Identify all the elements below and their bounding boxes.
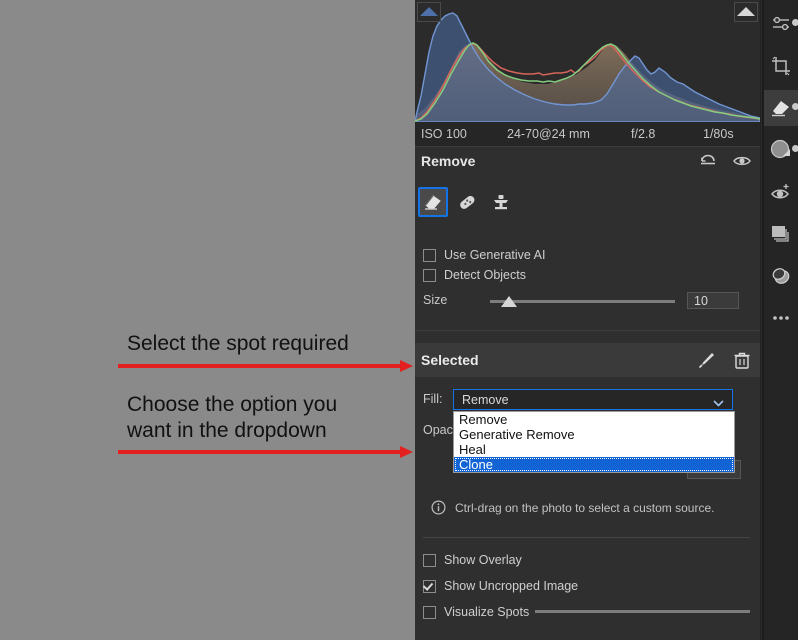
remove-tool-buttons: [418, 187, 516, 217]
fill-dropdown-list[interactable]: Remove Generative Remove Heal Clone: [453, 411, 735, 473]
rail-item-edit[interactable]: [764, 6, 798, 42]
right-panel: ISO 100 24-70@24 mm f/2.8 1/80s Remove U…: [415, 0, 798, 640]
fill-option-heal[interactable]: Heal: [454, 442, 734, 457]
rail-item-masking[interactable]: [764, 132, 798, 168]
annotation-note-2: Choose the option you want in the dropdo…: [127, 393, 338, 442]
size-slider-handle[interactable]: [501, 296, 517, 307]
lens-value: 24-70@24 mm: [507, 127, 590, 141]
brush-icon[interactable]: [696, 350, 716, 370]
custom-source-hint: Ctrl-drag on the photo to select a custo…: [415, 497, 760, 521]
selected-header-actions: [696, 350, 752, 370]
annotation-layer: Select the spot required Choose the opti…: [0, 0, 415, 640]
trash-icon[interactable]: [732, 350, 752, 370]
detect-objects-row[interactable]: Detect Objects: [423, 268, 526, 282]
remove-title: Remove: [421, 153, 476, 169]
annotation-arrow-1: [118, 360, 413, 372]
iso-value: ISO 100: [421, 127, 467, 141]
exif-metadata-bar: ISO 100 24-70@24 mm f/2.8 1/80s: [415, 122, 760, 146]
detect-objects-checkbox[interactable]: [423, 268, 436, 282]
undo-icon[interactable]: [698, 151, 718, 171]
fill-option-generative-remove[interactable]: Generative Remove: [454, 427, 734, 442]
remove-section-header: Remove: [415, 147, 760, 177]
arrow-head: [400, 360, 413, 372]
fill-option-clone[interactable]: Clone: [454, 457, 734, 472]
shadow-clipping-triangle-icon: [420, 7, 438, 16]
size-row: Size 10: [415, 292, 760, 310]
show-overlay-checkbox[interactable]: [423, 553, 436, 567]
show-uncropped-image-label: Show Uncropped Image: [444, 579, 579, 593]
detect-objects-label: Detect Objects: [444, 268, 526, 282]
rail-edit-indicator-dot: [792, 19, 798, 26]
fill-option-remove[interactable]: Remove: [454, 412, 734, 427]
arrow-head: [400, 446, 413, 458]
eye-icon[interactable]: [732, 151, 752, 171]
selected-section-header: Selected: [415, 343, 760, 377]
annotation-arrow-2: [118, 446, 413, 458]
show-overlay-row[interactable]: Show Overlay: [423, 553, 522, 567]
divider: [415, 330, 760, 331]
selected-title: Selected: [421, 352, 479, 368]
fill-selected-value: Remove: [462, 393, 509, 407]
size-value-input[interactable]: 10: [687, 292, 739, 309]
show-uncropped-image-checkbox[interactable]: [423, 579, 436, 593]
visualize-spots-label: Visualize Spots: [444, 605, 530, 619]
chevron-down-icon: [713, 396, 724, 410]
rail-item-lens-blur[interactable]: [764, 258, 798, 294]
rail-item-more[interactable]: [764, 300, 798, 336]
rail-item-versions[interactable]: [764, 216, 798, 252]
rail-item-crop[interactable]: [764, 48, 798, 84]
size-slider-track[interactable]: [490, 300, 675, 303]
size-label: Size: [423, 293, 448, 307]
annotation-note-1: Select the spot required: [127, 332, 349, 355]
remove-section: Remove: [415, 147, 760, 217]
screenshot-root: Select the spot required Choose the opti…: [0, 0, 798, 640]
visualize-spots-row[interactable]: Visualize Spots: [423, 605, 529, 619]
visualize-spots-slider-track[interactable]: [535, 610, 750, 613]
aperture-value: f/2.8: [631, 127, 656, 141]
use-generative-ai-row[interactable]: Use Generative AI: [423, 248, 545, 262]
fill-row: Fill: Remove: [415, 389, 760, 411]
divider: [423, 537, 750, 538]
use-generative-ai-label: Use Generative AI: [444, 248, 546, 262]
show-overlay-label: Show Overlay: [444, 553, 522, 567]
visualize-spots-checkbox[interactable]: [423, 605, 436, 619]
heal-tool-button[interactable]: [452, 187, 482, 217]
arrow-shaft: [118, 364, 401, 368]
histogram[interactable]: [415, 0, 760, 122]
tool-rail: [764, 0, 798, 640]
show-uncropped-image-row[interactable]: Show Uncropped Image: [423, 579, 578, 593]
eraser-tool-button[interactable]: [418, 187, 448, 217]
arrow-shaft: [118, 450, 401, 454]
remove-header-actions: [698, 151, 752, 171]
rail-masking-indicator-dot: [792, 145, 798, 152]
clone-tool-button[interactable]: [486, 187, 516, 217]
highlight-clipping-indicator[interactable]: [734, 2, 758, 22]
rail-remove-indicator-dot: [792, 103, 798, 110]
shadow-clipping-indicator[interactable]: [417, 2, 441, 22]
fill-label: Fill:: [423, 392, 443, 406]
shutter-value: 1/80s: [703, 127, 734, 141]
rail-item-red-eye[interactable]: [764, 174, 798, 210]
info-icon: [431, 500, 446, 520]
hint-text: Ctrl-drag on the photo to select a custo…: [455, 501, 715, 515]
fill-select[interactable]: Remove: [453, 389, 733, 410]
rail-item-remove[interactable]: [764, 90, 798, 126]
highlight-clipping-triangle-icon: [737, 7, 755, 16]
use-generative-ai-checkbox[interactable]: [423, 248, 436, 262]
